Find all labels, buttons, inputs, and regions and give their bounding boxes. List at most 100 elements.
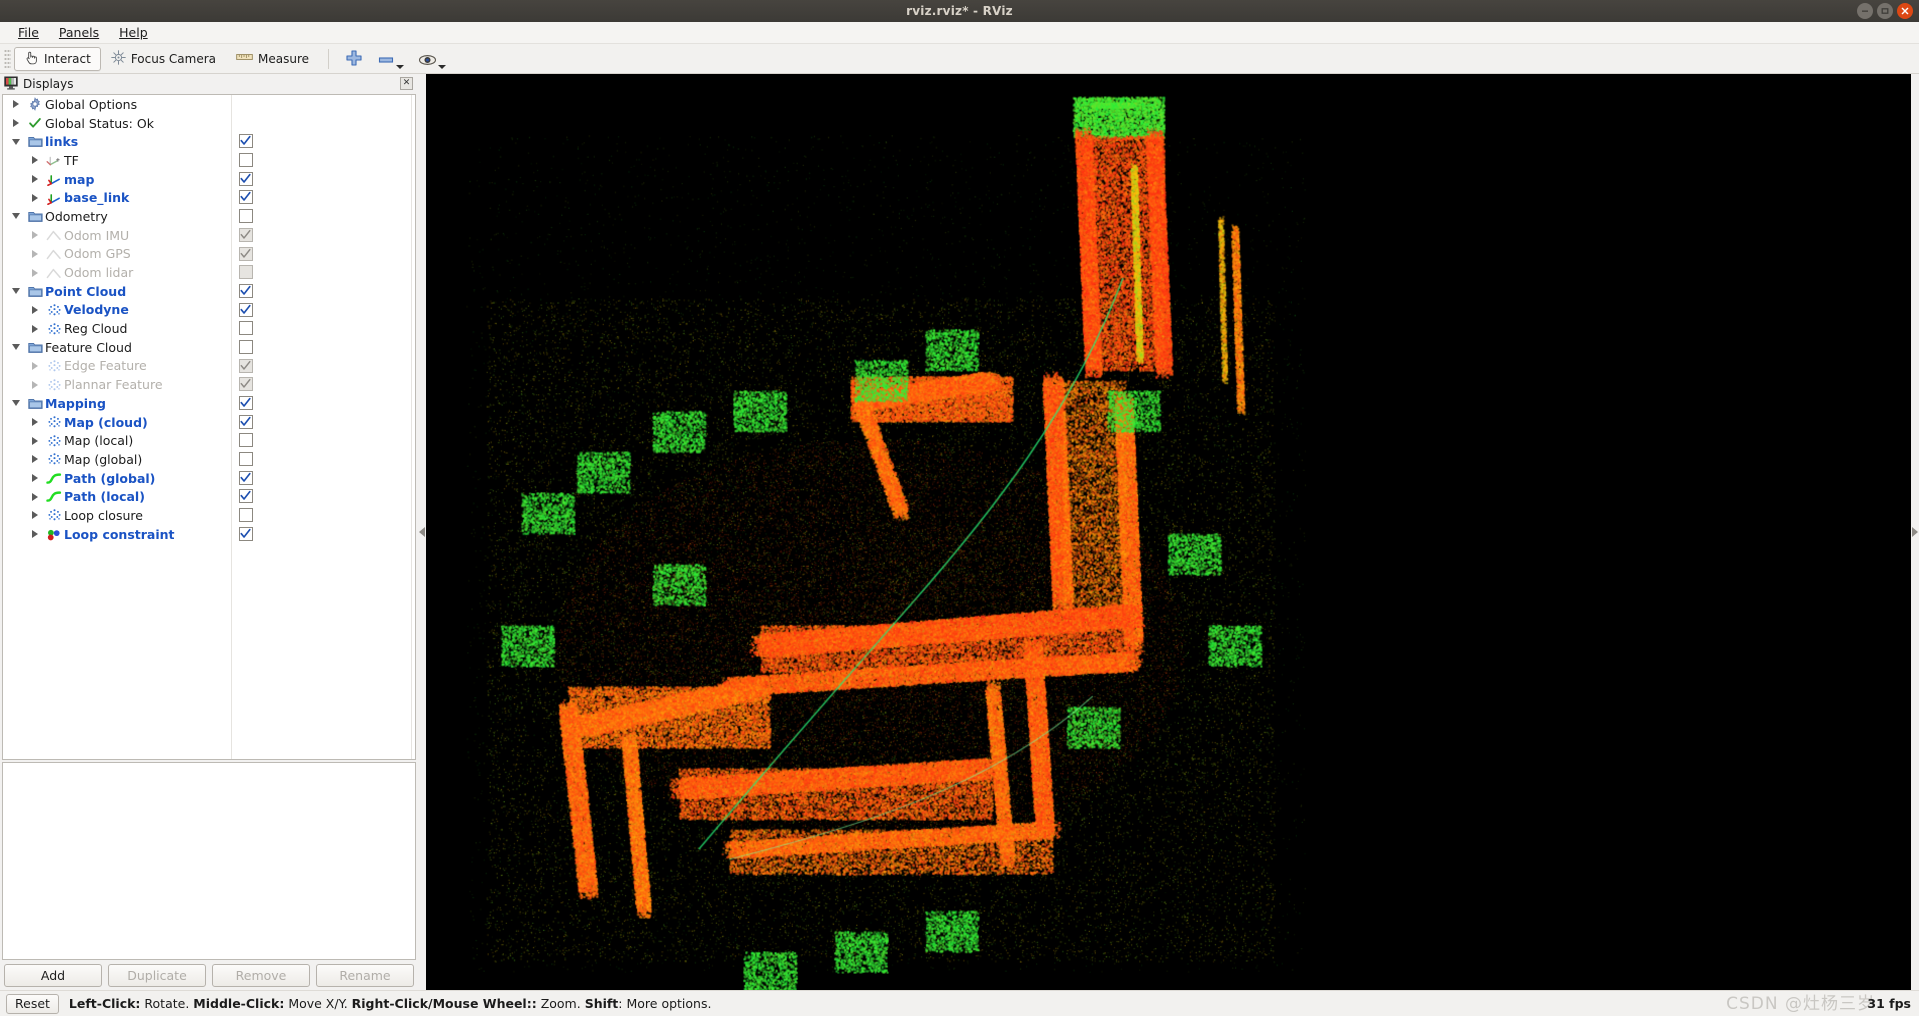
displays-panel-title: Displays	[23, 77, 74, 91]
display-tree-row[interactable]: Plannar Feature	[3, 375, 415, 394]
chevron-right-icon[interactable]	[26, 193, 44, 202]
display-tree-row[interactable]: Point Cloud	[3, 282, 415, 301]
chevron-right-icon[interactable]	[26, 530, 44, 539]
display-visibility-checkbox[interactable]	[239, 302, 253, 317]
display-tree-row[interactable]: Feature Cloud	[3, 338, 415, 357]
publish-point-button[interactable]	[411, 47, 453, 71]
hint-segment: Rotate.	[140, 996, 194, 1011]
display-visibility-checkbox[interactable]	[239, 414, 253, 429]
chevron-right-icon[interactable]	[26, 511, 44, 520]
chevron-down-icon[interactable]	[7, 400, 25, 407]
toolbar-grip[interactable]	[4, 48, 11, 69]
close-button[interactable]	[1897, 3, 1913, 19]
rename-button[interactable]: Rename	[316, 963, 414, 987]
eye-icon	[418, 52, 437, 71]
display-visibility-checkbox[interactable]	[239, 508, 253, 523]
interact-tool-button[interactable]: Interact	[14, 46, 101, 71]
chevron-right-icon[interactable]	[26, 455, 44, 464]
add-button[interactable]: Add	[4, 963, 102, 987]
remove-tool-button[interactable]	[370, 47, 411, 71]
display-visibility-checkbox[interactable]	[239, 396, 253, 410]
chevron-right-icon[interactable]	[26, 418, 44, 427]
add-pose-estimate-button[interactable]	[338, 47, 370, 71]
duplicate-button[interactable]: Duplicate	[108, 963, 206, 987]
menu-file[interactable]: File	[8, 23, 49, 42]
display-tree-row[interactable]: Path (global)	[3, 469, 415, 488]
chevron-right-icon[interactable]	[26, 436, 44, 445]
menu-help[interactable]: Help	[109, 23, 158, 42]
display-tree-row[interactable]: Map (cloud)	[3, 413, 415, 432]
display-tree-row[interactable]: Reg Cloud	[3, 319, 415, 338]
maximize-button[interactable]	[1877, 3, 1893, 19]
display-visibility-checkbox[interactable]	[239, 134, 253, 149]
display-visibility-checkbox[interactable]	[239, 227, 253, 242]
display-visibility-checkbox[interactable]	[239, 433, 253, 448]
measure-tool-button[interactable]: Measure	[226, 47, 319, 71]
display-visibility-checkbox[interactable]	[239, 526, 253, 541]
chevron-down-icon[interactable]	[396, 64, 405, 69]
display-tree-row[interactable]: map	[3, 170, 415, 189]
interact-tool-label: Interact	[44, 51, 91, 66]
display-tree-row[interactable]: Edge Feature	[3, 357, 415, 376]
display-visibility-checkbox[interactable]	[239, 283, 253, 298]
remove-button[interactable]: Remove	[212, 963, 310, 987]
display-tree-row[interactable]: Odometry	[3, 207, 415, 226]
displays-panel-close-icon[interactable]: ✕	[400, 77, 413, 90]
chevron-right-icon[interactable]	[26, 305, 44, 314]
chevron-down-icon[interactable]	[7, 138, 25, 145]
display-visibility-checkbox[interactable]	[239, 153, 253, 168]
display-visibility-checkbox[interactable]	[239, 377, 253, 392]
chevron-right-icon[interactable]	[7, 100, 25, 109]
display-tree-row[interactable]: Map (local)	[3, 431, 415, 450]
minimize-button[interactable]	[1857, 3, 1873, 19]
chevron-down-icon[interactable]	[7, 344, 25, 351]
display-tree-row[interactable]: Odom IMU	[3, 226, 415, 245]
chevron-down-icon[interactable]	[7, 288, 25, 295]
display-tree-row[interactable]: Mapping	[3, 394, 415, 413]
displays-tree[interactable]: Global Options Global Status: Ok links TF ma…	[2, 94, 416, 760]
display-tree-row[interactable]: Odom GPS	[3, 245, 415, 264]
chevron-down-icon-2[interactable]	[438, 64, 447, 69]
chevron-right-icon[interactable]	[7, 119, 25, 128]
reset-button[interactable]: Reset	[6, 993, 59, 1014]
display-visibility-checkbox[interactable]	[239, 190, 253, 205]
chevron-right-icon[interactable]	[26, 268, 44, 277]
chevron-right-icon[interactable]	[26, 156, 44, 165]
display-visibility-checkbox[interactable]	[239, 209, 253, 224]
display-tree-row[interactable]: TF	[3, 151, 415, 170]
display-visibility-checkbox[interactable]	[239, 489, 253, 504]
chevron-right-icon[interactable]	[26, 324, 44, 333]
display-tree-row[interactable]: base_link	[3, 188, 415, 207]
display-tree-row[interactable]: Path (local)	[3, 487, 415, 506]
display-tree-row[interactable]: Global Status: Ok	[3, 114, 415, 133]
display-visibility-checkbox[interactable]	[239, 265, 253, 280]
menu-panels[interactable]: Panels	[49, 23, 109, 42]
chevron-right-icon[interactable]	[26, 474, 44, 483]
chevron-right-icon[interactable]	[26, 380, 44, 389]
left-splitter-handle[interactable]	[418, 74, 426, 990]
chevron-right-icon[interactable]	[26, 175, 44, 184]
display-tree-row[interactable]: Map (global)	[3, 450, 415, 469]
display-tree-row[interactable]: Velodyne	[3, 301, 415, 320]
display-tree-row[interactable]: Loop closure	[3, 506, 415, 525]
display-tree-row[interactable]: Loop constraint	[3, 525, 415, 544]
display-visibility-checkbox[interactable]	[239, 171, 253, 186]
display-visibility-checkbox[interactable]	[239, 358, 253, 373]
display-tree-row[interactable]: Odom lidar	[3, 263, 415, 282]
display-visibility-checkbox[interactable]	[239, 452, 253, 467]
3d-render-view[interactable]	[426, 74, 1911, 990]
property-panel[interactable]	[2, 762, 416, 960]
chevron-right-icon[interactable]	[26, 231, 44, 240]
display-visibility-checkbox[interactable]	[239, 470, 253, 485]
chevron-right-icon[interactable]	[26, 361, 44, 370]
chevron-down-icon[interactable]	[7, 213, 25, 220]
display-tree-row[interactable]: links	[3, 132, 415, 151]
display-visibility-checkbox[interactable]	[239, 246, 253, 261]
chevron-right-icon[interactable]	[26, 249, 44, 258]
right-splitter-handle[interactable]	[1911, 74, 1919, 990]
display-visibility-checkbox[interactable]	[239, 339, 253, 354]
chevron-right-icon[interactable]	[26, 492, 44, 501]
display-tree-row[interactable]: Global Options	[3, 95, 415, 114]
focus-camera-tool-button[interactable]: Focus Camera	[101, 47, 226, 71]
display-visibility-checkbox[interactable]	[239, 321, 253, 336]
